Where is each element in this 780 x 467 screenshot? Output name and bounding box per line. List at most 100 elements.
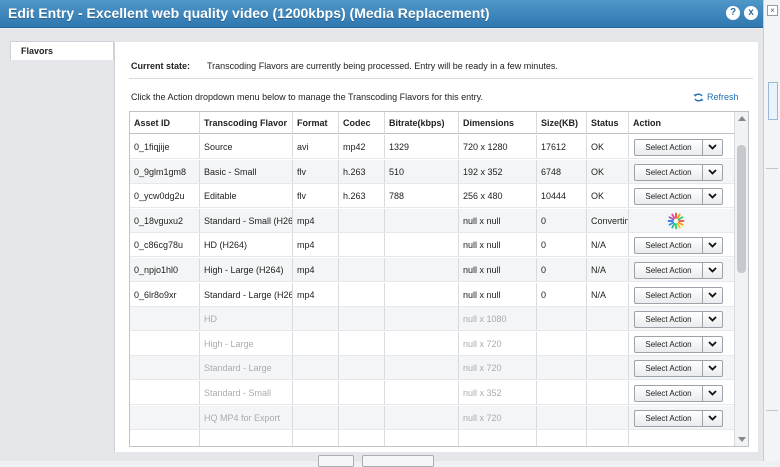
footer-button[interactable]: [318, 455, 354, 467]
cell-asset-id: [130, 381, 200, 404]
cell-codec: h.263: [339, 159, 385, 183]
select-action-dropdown[interactable]: Select Action: [634, 311, 723, 329]
cell-size: 6748: [537, 159, 587, 183]
chevron-down-icon[interactable]: [702, 189, 722, 205]
cell-format: flv: [293, 184, 339, 208]
table-scrollbar[interactable]: [734, 112, 748, 446]
table-row[interactable]: 0_ycw0dg2u Editable flv h.263 788 256 x 480 10…: [130, 184, 734, 209]
cell-action: Select Action: [629, 283, 734, 306]
cell-status: Converting: [587, 208, 629, 232]
column-header-flavor[interactable]: Transcoding Flavor: [200, 112, 293, 133]
cell-format: [293, 307, 339, 331]
refresh-icon: [693, 93, 704, 104]
cell-size: 10444: [537, 184, 587, 208]
flavors-panel: Current state: Transcoding Flavors are c…: [114, 42, 758, 452]
cell-action: [629, 430, 734, 446]
cell-size: 0: [537, 208, 587, 232]
column-header-status[interactable]: Status: [587, 112, 629, 133]
cell-action: Select Action: [629, 307, 734, 330]
select-action-dropdown[interactable]: Select Action: [634, 139, 723, 156]
cell-format: avi: [293, 135, 339, 158]
cell-codec: [339, 233, 385, 257]
select-action-dropdown[interactable]: Select Action: [634, 237, 723, 255]
chevron-down-icon[interactable]: [702, 410, 722, 426]
cell-action: [629, 209, 734, 232]
select-action-dropdown[interactable]: Select Action: [634, 188, 723, 206]
scroll-thumb[interactable]: [737, 145, 746, 273]
chevron-down-icon[interactable]: [702, 336, 722, 352]
table-row[interactable]: 0_1fiqjije Source avi mp42 1329 720 x 1280 176…: [130, 135, 734, 159]
cell-bitrate: 1329: [385, 135, 459, 158]
chevron-down-icon[interactable]: [702, 386, 722, 401]
select-action-dropdown[interactable]: Select Action: [634, 286, 723, 304]
cell-asset-id: 0_9glm1gm8: [130, 159, 200, 183]
column-header-dimensions[interactable]: Dimensions: [459, 112, 537, 133]
cell-status: N/A: [587, 282, 629, 306]
cell-action: Select Action: [629, 135, 734, 158]
column-header-asset-id[interactable]: Asset ID: [130, 112, 200, 133]
column-header-format[interactable]: Format: [293, 112, 339, 133]
column-header-size[interactable]: Size(KB): [537, 112, 587, 133]
table-row[interactable]: HD null x 1080 Select Action: [130, 307, 734, 332]
close-button[interactable]: x: [744, 6, 758, 20]
select-action-label: Select Action: [645, 389, 692, 398]
table-row[interactable]: 0_6lr8o9xr Standard - Large (H264) mp4 null…: [130, 282, 734, 307]
cell-flavor: HQ MP4 for Export: [200, 405, 293, 429]
cell-dimensions: null x 352: [459, 381, 537, 404]
cell-action: Select Action: [629, 332, 734, 355]
table-row[interactable]: [130, 430, 734, 446]
table-row[interactable]: 0_npjo1hl0 High - Large (H264) mp4 null x n…: [130, 258, 734, 282]
help-button[interactable]: ?: [726, 6, 740, 20]
background-close-icon[interactable]: ×: [767, 5, 778, 16]
cell-size: 0: [537, 233, 587, 257]
cell-dimensions: null x 720: [459, 331, 537, 355]
table-row[interactable]: 0_18vguxu2 Standard - Small (H264) mp4 null…: [130, 208, 734, 233]
cell-codec: [339, 282, 385, 306]
column-header-action[interactable]: Action: [629, 112, 734, 133]
chevron-down-icon[interactable]: [702, 361, 722, 377]
scroll-down-arrow-icon[interactable]: [738, 437, 746, 442]
table-row[interactable]: 0_c86cg78u HD (H264) mp4 null x null 0 N/A Sel…: [130, 233, 734, 258]
cell-asset-id: 0_npjo1hl0: [130, 258, 200, 281]
cell-action: Select Action: [629, 406, 734, 429]
cell-asset-id: [130, 356, 200, 380]
chevron-down-icon[interactable]: [702, 140, 722, 155]
chevron-down-icon[interactable]: [702, 238, 722, 254]
cell-action: Select Action: [629, 381, 734, 404]
chevron-down-icon[interactable]: [702, 263, 722, 278]
cell-dimensions: null x 720: [459, 405, 537, 429]
cell-size: [537, 381, 587, 404]
chevron-down-icon[interactable]: [702, 287, 722, 303]
table-row[interactable]: High - Large null x 720 Select Action: [130, 331, 734, 356]
cell-codec: [339, 307, 385, 331]
chevron-down-icon[interactable]: [702, 312, 722, 328]
select-action-dropdown[interactable]: Select Action: [634, 360, 723, 378]
select-action-dropdown[interactable]: Select Action: [634, 409, 723, 427]
cell-codec: mp42: [339, 135, 385, 158]
cell-format: [293, 405, 339, 429]
cell-asset-id: 0_c86cg78u: [130, 233, 200, 257]
cell-dimensions: 720 x 1280: [459, 135, 537, 158]
table-row[interactable]: HQ MP4 for Export null x 720 Select Action: [130, 405, 734, 430]
cell-dimensions: null x null: [459, 282, 537, 306]
cell-codec: [339, 258, 385, 281]
tab-flavors[interactable]: Flavors: [10, 41, 114, 60]
cell-asset-id: 0_1fiqjije: [130, 135, 200, 158]
select-action-dropdown[interactable]: Select Action: [634, 262, 723, 279]
select-action-dropdown[interactable]: Select Action: [634, 385, 723, 402]
refresh-link[interactable]: Refresh: [693, 92, 739, 104]
cell-format: [293, 356, 339, 380]
table-row[interactable]: Standard - Large null x 720 Select Action: [130, 356, 734, 381]
cell-action: Select Action: [629, 356, 734, 379]
select-action-dropdown[interactable]: Select Action: [634, 335, 723, 353]
column-header-bitrate[interactable]: Bitrate(kbps): [385, 112, 459, 133]
select-action-label: Select Action: [645, 413, 692, 423]
chevron-down-icon[interactable]: [702, 164, 722, 180]
table-row[interactable]: 0_9glm1gm8 Basic - Small flv h.263 510 192 x …: [130, 159, 734, 184]
select-action-dropdown[interactable]: Select Action: [634, 163, 723, 181]
cell-bitrate: 510: [385, 159, 459, 183]
column-header-codec[interactable]: Codec: [339, 112, 385, 133]
footer-button[interactable]: [362, 455, 434, 467]
scroll-up-arrow-icon[interactable]: [738, 116, 746, 121]
table-row[interactable]: Standard - Small null x 352 Select Action: [130, 381, 734, 405]
